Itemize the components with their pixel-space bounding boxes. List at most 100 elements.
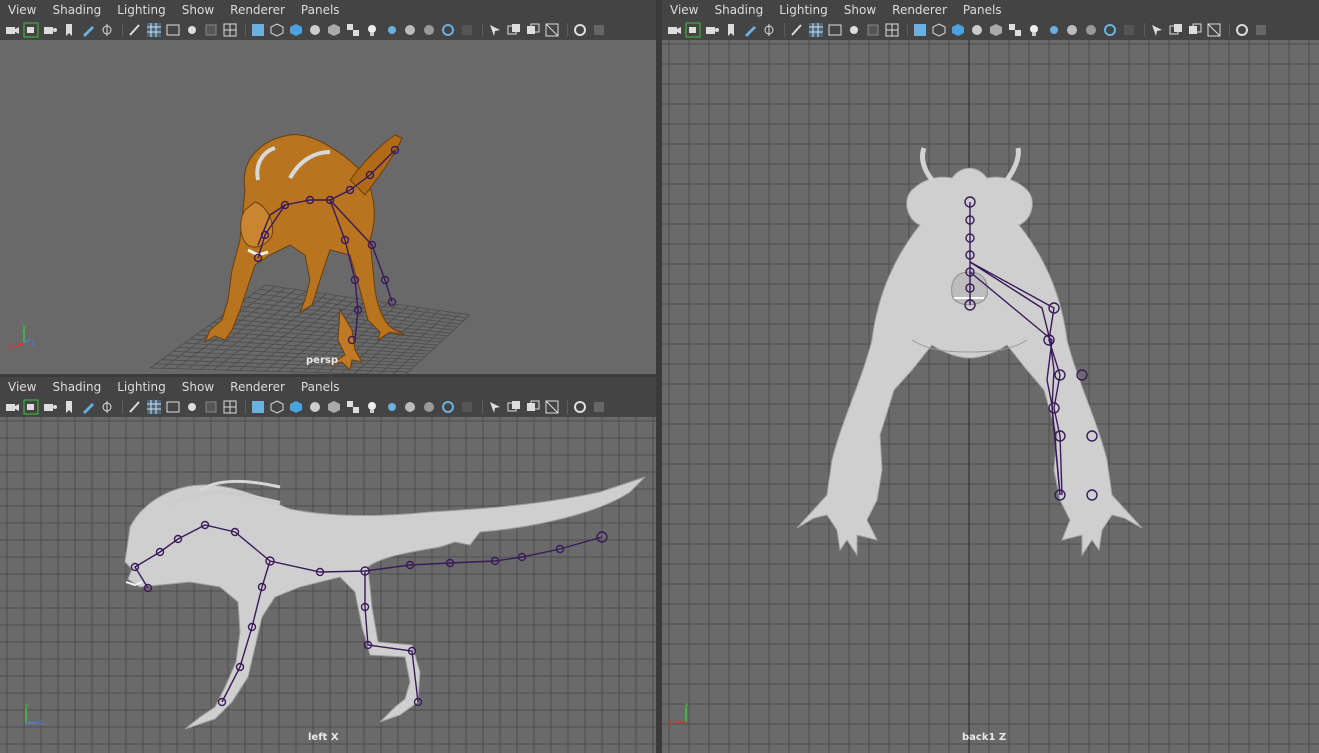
bookmark-icon[interactable] [61, 22, 77, 38]
depth-of-field-icon[interactable] [459, 22, 475, 38]
bookmark-icon[interactable] [61, 399, 77, 415]
wireframe-icon[interactable] [269, 22, 285, 38]
camera-select-icon[interactable] [23, 22, 39, 38]
menu-renderer[interactable]: Renderer [884, 0, 955, 20]
camera-lock-icon[interactable] [42, 399, 58, 415]
xray-joints-icon[interactable] [525, 22, 541, 38]
menu-lighting[interactable]: Lighting [109, 0, 174, 20]
textured-icon[interactable] [988, 22, 1004, 38]
brush-icon[interactable] [789, 22, 805, 38]
field-chart-icon[interactable] [203, 399, 219, 415]
smooth-shade-icon[interactable] [288, 399, 304, 415]
pencil-icon[interactable] [80, 22, 96, 38]
antialias-icon[interactable] [440, 399, 456, 415]
xray-active-icon[interactable] [1206, 22, 1222, 38]
menu-shading[interactable]: Shading [44, 0, 109, 20]
menu-view[interactable]: View [662, 0, 706, 20]
menu-shading[interactable]: Shading [706, 0, 771, 20]
menu-panels[interactable]: Panels [293, 377, 348, 397]
film-gate-icon[interactable] [165, 22, 181, 38]
film-gate-icon[interactable] [827, 22, 843, 38]
menu-panels[interactable]: Panels [955, 0, 1010, 20]
checker-icon[interactable] [345, 399, 361, 415]
panel-divider-vertical[interactable] [656, 0, 662, 753]
menu-show[interactable]: Show [174, 377, 222, 397]
film-gate-icon[interactable] [165, 399, 181, 415]
left-viewport[interactable]: left X y z [0, 417, 656, 753]
menu-renderer[interactable]: Renderer [222, 0, 293, 20]
grease-pencil-icon[interactable] [761, 22, 777, 38]
menu-shading[interactable]: Shading [44, 377, 109, 397]
ambient-occlusion-icon[interactable] [402, 399, 418, 415]
exposure-icon[interactable] [591, 399, 607, 415]
ambient-occlusion-icon[interactable] [402, 22, 418, 38]
xray-icon[interactable] [506, 22, 522, 38]
left-panel[interactable]: View Shading Lighting Show Renderer Pane… [0, 377, 656, 753]
back-panel[interactable]: View Shading Lighting Show Renderer Pane… [662, 0, 1319, 753]
smooth-shade-icon[interactable] [288, 22, 304, 38]
default-material-icon[interactable] [307, 22, 323, 38]
bookmark-icon[interactable] [723, 22, 739, 38]
exposure-icon[interactable] [1253, 22, 1269, 38]
camera-icon[interactable] [4, 399, 20, 415]
grease-pencil-icon[interactable] [99, 399, 115, 415]
camera-lock-icon[interactable] [704, 22, 720, 38]
menu-show[interactable]: Show [836, 0, 884, 20]
menu-show[interactable]: Show [174, 0, 222, 20]
grid-icon[interactable] [146, 399, 162, 415]
backface-icon[interactable] [572, 399, 588, 415]
resolution-gate-icon[interactable] [846, 22, 862, 38]
safe-action-icon[interactable] [884, 22, 900, 38]
backface-icon[interactable] [1234, 22, 1250, 38]
menu-lighting[interactable]: Lighting [109, 377, 174, 397]
ambient-occlusion-icon[interactable] [1064, 22, 1080, 38]
default-material-icon[interactable] [307, 399, 323, 415]
xray-icon[interactable] [1168, 22, 1184, 38]
motion-blur-icon[interactable] [421, 399, 437, 415]
menu-view[interactable]: View [0, 0, 44, 20]
field-chart-icon[interactable] [203, 22, 219, 38]
xray-active-icon[interactable] [544, 22, 560, 38]
textured-icon[interactable] [326, 22, 342, 38]
safe-title-icon[interactable] [250, 22, 266, 38]
menu-view[interactable]: View [0, 377, 44, 397]
antialias-icon[interactable] [1102, 22, 1118, 38]
safe-action-icon[interactable] [222, 22, 238, 38]
lights-icon[interactable] [1026, 22, 1042, 38]
camera-lock-icon[interactable] [42, 22, 58, 38]
creature-model-side[interactable] [124, 476, 646, 730]
isolate-select-icon[interactable] [1149, 22, 1165, 38]
lights-icon[interactable] [364, 22, 380, 38]
xray-active-icon[interactable] [544, 399, 560, 415]
xray-icon[interactable] [506, 399, 522, 415]
resolution-gate-icon[interactable] [184, 399, 200, 415]
backface-icon[interactable] [572, 22, 588, 38]
brush-icon[interactable] [127, 22, 143, 38]
checker-icon[interactable] [345, 22, 361, 38]
shadows-icon[interactable] [383, 399, 399, 415]
safe-title-icon[interactable] [912, 22, 928, 38]
depth-of-field-icon[interactable] [1121, 22, 1137, 38]
isolate-select-icon[interactable] [487, 22, 503, 38]
pencil-icon[interactable] [80, 399, 96, 415]
wireframe-icon[interactable] [269, 399, 285, 415]
camera-select-icon[interactable] [685, 22, 701, 38]
depth-of-field-icon[interactable] [459, 399, 475, 415]
grid-icon[interactable] [146, 22, 162, 38]
persp-panel[interactable]: View Shading Lighting Show Renderer Pane… [0, 0, 656, 374]
xray-joints-icon[interactable] [525, 399, 541, 415]
wireframe-icon[interactable] [931, 22, 947, 38]
persp-viewport[interactable]: persp y x z [0, 40, 656, 374]
antialias-icon[interactable] [440, 22, 456, 38]
camera-select-icon[interactable] [23, 399, 39, 415]
textured-icon[interactable] [326, 399, 342, 415]
default-material-icon[interactable] [969, 22, 985, 38]
brush-icon[interactable] [127, 399, 143, 415]
grid-icon[interactable] [808, 22, 824, 38]
back-viewport[interactable]: back1 Z y x [662, 40, 1319, 753]
smooth-shade-icon[interactable] [950, 22, 966, 38]
panel-divider-horizontal[interactable] [0, 374, 656, 377]
motion-blur-icon[interactable] [1083, 22, 1099, 38]
safe-title-icon[interactable] [250, 399, 266, 415]
camera-icon[interactable] [4, 22, 20, 38]
